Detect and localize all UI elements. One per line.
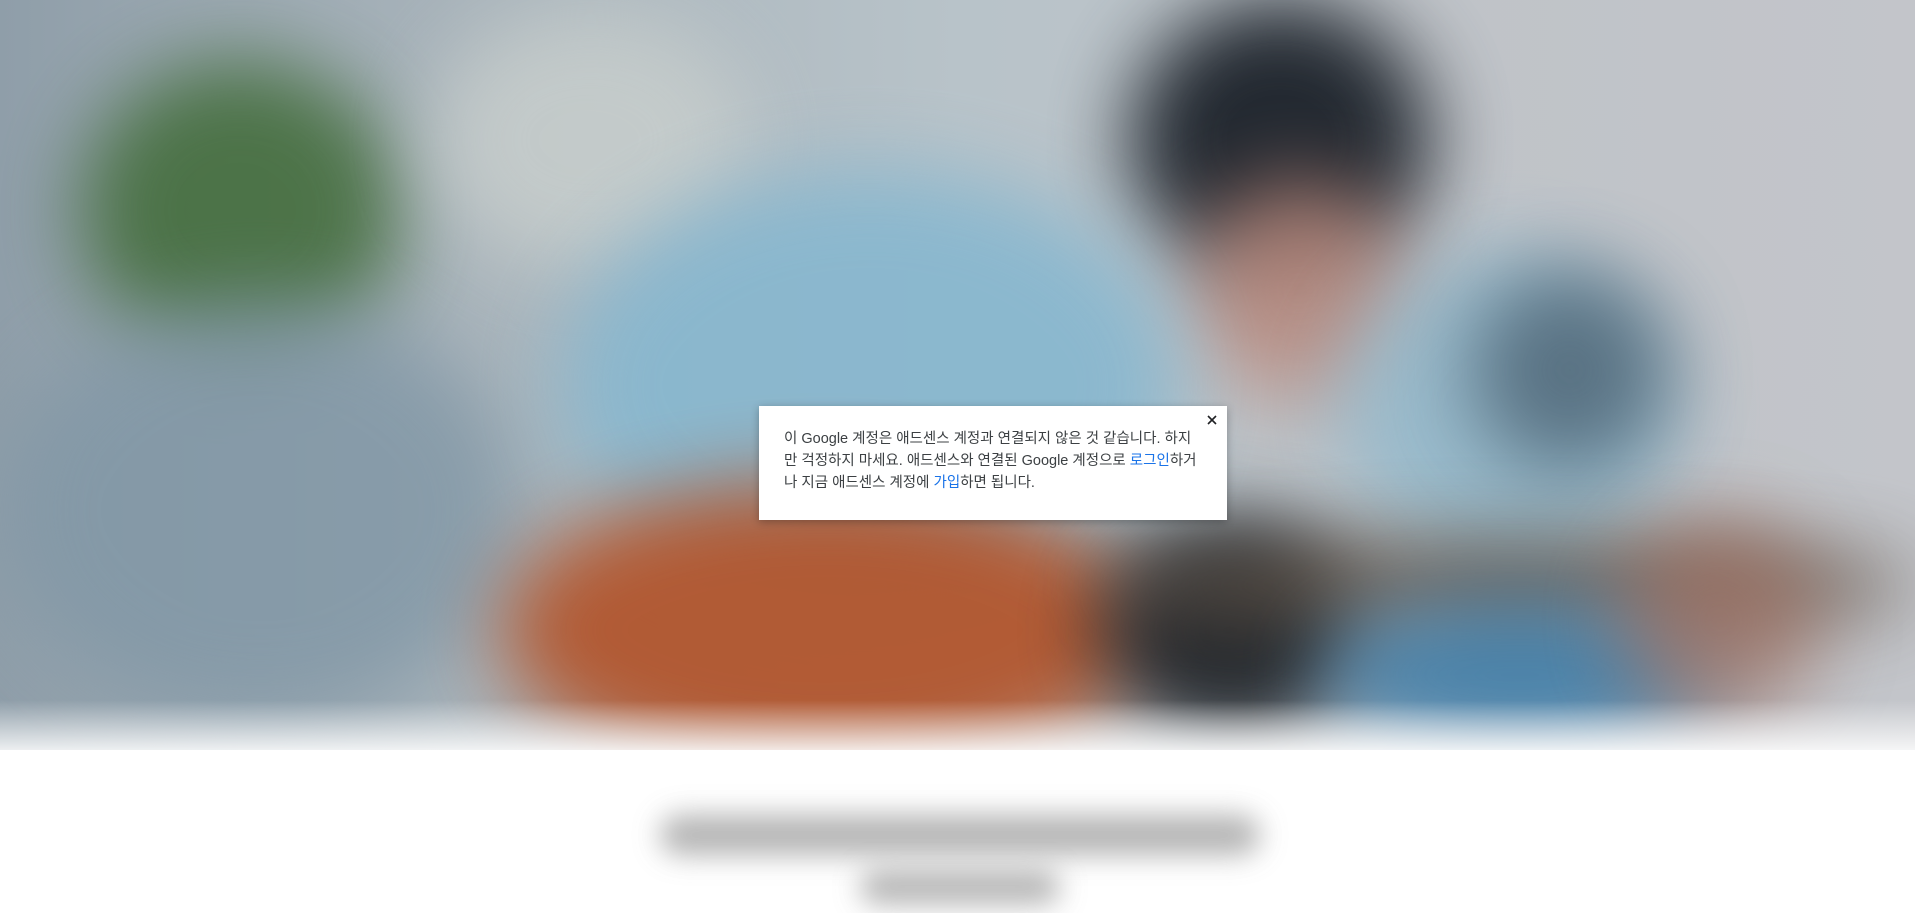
login-link[interactable]: 로그인 bbox=[1130, 453, 1170, 469]
account-not-linked-dialog: 이 Google 계정은 애드센스 계정과 연결되지 않은 것 같습니다. 하지… bbox=[759, 406, 1227, 520]
message-text: 하면 됩니다. bbox=[960, 475, 1035, 491]
blurred-headline bbox=[660, 815, 1260, 855]
dialog-message: 이 Google 계정은 애드센스 계정과 연결되지 않은 것 같습니다. 하지… bbox=[784, 428, 1199, 494]
blurred-headline bbox=[860, 870, 1060, 904]
hero-background-image bbox=[0, 0, 1915, 750]
signup-link[interactable]: 가입 bbox=[934, 475, 961, 491]
close-button[interactable] bbox=[1203, 411, 1221, 429]
page: 이 Google 계정은 애드센스 계정과 연결되지 않은 것 같습니다. 하지… bbox=[0, 0, 1915, 913]
close-icon bbox=[1207, 415, 1217, 425]
